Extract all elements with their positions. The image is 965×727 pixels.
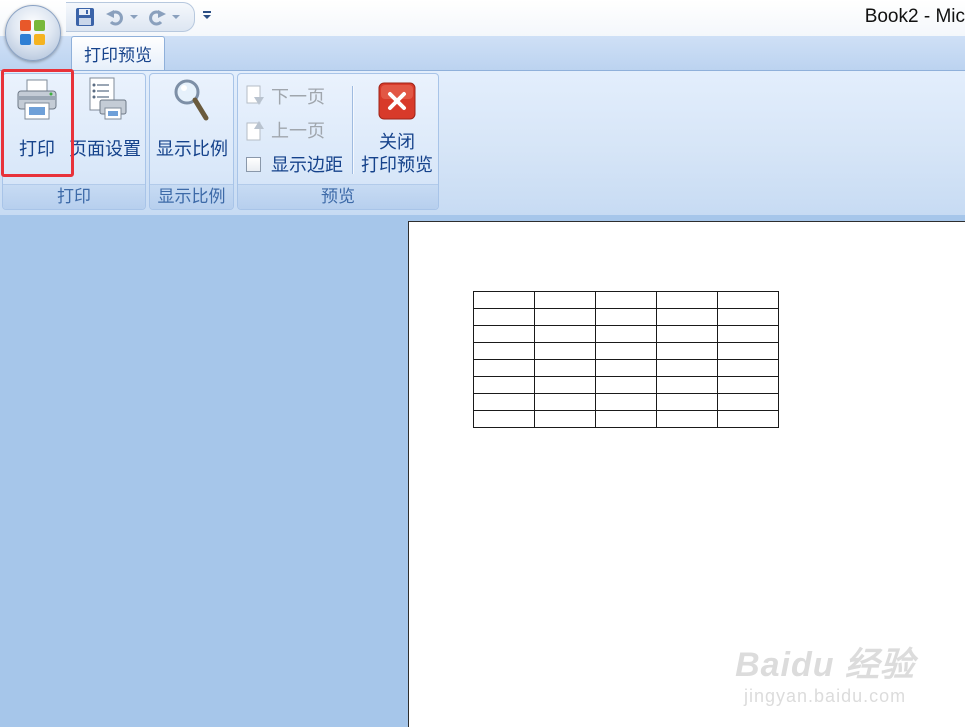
table-row: [473, 325, 779, 343]
zoom-button-label: 显示比例: [156, 139, 228, 159]
undo-dropdown-icon[interactable]: [128, 7, 140, 27]
table-cell: [717, 325, 779, 343]
previous-page-button[interactable]: 上一页: [244, 117, 325, 143]
show-margins-checkbox[interactable]: 显示边距: [246, 151, 343, 177]
table-cell: [656, 359, 718, 377]
table-row: [473, 359, 779, 377]
watermark: Baidu 经验 jingyan.baidu.com: [735, 637, 915, 707]
customize-qat-icon[interactable]: [202, 8, 212, 26]
table-cell: [534, 291, 596, 309]
close-label-line1: 关闭: [379, 132, 415, 152]
table-cell: [656, 393, 718, 411]
checkbox-box[interactable]: [246, 156, 261, 172]
table-cell: [473, 359, 535, 377]
page-setup-icon: [89, 77, 127, 120]
table-cell: [595, 359, 657, 377]
table-cell: [717, 342, 779, 360]
table-cell: [534, 342, 596, 360]
table-cell: [473, 393, 535, 411]
table-cell: [656, 325, 718, 343]
table-cell: [595, 308, 657, 326]
ribbon: 打印 页面设置 打印 显示比例 显示比例 下一页 上一页 显示边距 关闭 打印预…: [0, 70, 965, 216]
next-page-button[interactable]: 下一页: [244, 83, 325, 109]
previous-page-icon: [246, 121, 264, 141]
ribbon-tab-strip: 打印预览: [0, 36, 965, 70]
table-row: [473, 376, 779, 394]
highlight-box: [1, 69, 74, 177]
table-cell: [595, 342, 657, 360]
table-cell: [656, 410, 718, 428]
close-x-icon: [378, 82, 416, 120]
table-cell: [473, 325, 535, 343]
close-print-preview-button[interactable]: 关闭 打印预览: [356, 82, 438, 188]
group-separator: [352, 86, 353, 174]
group-print-label: 打印: [3, 184, 145, 209]
table-cell: [595, 393, 657, 411]
table-cell: [473, 308, 535, 326]
preview-table: [473, 291, 779, 428]
undo-icon[interactable]: [104, 7, 126, 27]
table-cell: [534, 308, 596, 326]
quick-access-toolbar: [66, 2, 195, 32]
show-margins-label: 显示边距: [271, 155, 343, 175]
table-cell: [656, 376, 718, 394]
table-cell: [717, 393, 779, 411]
table-cell: [717, 410, 779, 428]
next-page-icon: [246, 85, 264, 105]
group-zoom-label: 显示比例: [150, 184, 233, 209]
watermark-brand: Baidu 经验: [735, 646, 915, 684]
table-cell: [534, 410, 596, 428]
table-cell: [534, 325, 596, 343]
page-setup-button[interactable]: 页面设置: [67, 76, 143, 182]
table-cell: [595, 410, 657, 428]
table-row: [473, 410, 779, 428]
tab-print-preview[interactable]: 打印预览: [71, 36, 165, 70]
table-cell: [473, 410, 535, 428]
group-preview-label: 预览: [238, 184, 438, 209]
zoom-button[interactable]: 显示比例: [152, 76, 232, 182]
table-cell: [656, 291, 718, 309]
table-cell: [717, 376, 779, 394]
table-cell: [717, 291, 779, 309]
table-row: [473, 291, 779, 309]
table-cell: [656, 308, 718, 326]
table-cell: [534, 359, 596, 377]
table-cell: [656, 342, 718, 360]
save-icon[interactable]: [74, 7, 96, 27]
next-page-label: 下一页: [271, 87, 325, 107]
table-cell: [473, 291, 535, 309]
table-cell: [717, 359, 779, 377]
table-cell: [717, 308, 779, 326]
title-bar: Book2 - Mic: [0, 0, 965, 36]
table-cell: [473, 342, 535, 360]
redo-icon[interactable]: [146, 7, 168, 27]
table-cell: [534, 376, 596, 394]
page-setup-button-label: 页面设置: [69, 139, 141, 159]
close-label-line2: 打印预览: [361, 155, 433, 175]
redo-dropdown-icon[interactable]: [170, 7, 182, 27]
table-row: [473, 393, 779, 411]
table-cell: [595, 325, 657, 343]
office-button[interactable]: [5, 5, 61, 61]
table-cell: [595, 291, 657, 309]
magnifier-icon: [174, 79, 209, 121]
table-row: [473, 342, 779, 360]
group-zoom: 显示比例 显示比例: [149, 73, 234, 210]
table-cell: [595, 376, 657, 394]
previous-page-label: 上一页: [271, 121, 325, 141]
office-logo-icon: [20, 20, 46, 46]
group-preview: 下一页 上一页 显示边距 关闭 打印预览 预览: [237, 73, 439, 210]
table-cell: [473, 376, 535, 394]
watermark-url: jingyan.baidu.com: [744, 686, 907, 706]
table-row: [473, 308, 779, 326]
window-title: Book2 - Mic: [864, 6, 965, 27]
table-cell: [534, 393, 596, 411]
